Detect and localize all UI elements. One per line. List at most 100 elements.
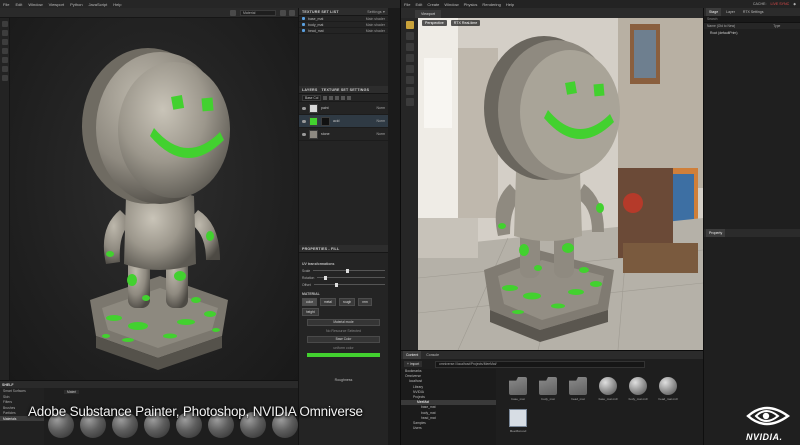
channel-select[interactable]: Base Col [302,94,322,101]
channel-nrm-chip[interactable]: nrm [358,298,372,306]
camera-perspective-button[interactable]: Perspective [422,20,447,26]
eye-icon[interactable] [302,119,306,123]
tree-item[interactable]: Users [401,426,496,431]
slider-track[interactable] [317,275,385,280]
channel-color-chip[interactable]: color [302,298,317,306]
ov-rtx-viewport[interactable]: Perspective RTX Real-time [418,18,703,350]
scale-slider[interactable]: Scale [299,267,388,274]
ov-menu-physics[interactable]: Physics [464,2,478,7]
slider-track[interactable] [313,282,385,287]
live-sync-toggle[interactable]: LIVE SYNC [770,2,789,6]
tab-layer[interactable]: Layer [723,8,738,16]
paint-brush-icon[interactable] [2,21,8,27]
screenshot-icon[interactable] [280,10,286,16]
layer-blend-mode[interactable]: Norm [376,119,385,123]
asset-tile[interactable]: head_mat.mdl [657,377,679,401]
render-icon[interactable] [289,10,295,16]
notification-icon[interactable]: ◆ [793,2,796,6]
select-tool-icon[interactable] [406,21,414,29]
camera-icon[interactable] [406,98,414,106]
ov-menu-edit[interactable]: Edit [415,2,422,7]
texture-set-settings-dropdown[interactable]: Settings ▾ [367,10,385,14]
folder-icon[interactable] [341,95,346,100]
column-type[interactable]: Type [773,23,780,29]
eye-icon[interactable] [302,106,306,110]
tab-content[interactable]: Content [403,351,422,359]
sp-menu-edit[interactable]: Edit [15,2,22,7]
asset-tile[interactable]: head_mat [567,377,589,401]
cache-status[interactable]: CACHE: [753,2,767,6]
tab-stage[interactable]: Stage [706,8,722,16]
eye-icon[interactable] [302,132,306,136]
content-path-input[interactable]: omniverse://localhost/Projects/MeeMat/ [435,361,645,368]
smudge-icon[interactable] [2,57,8,63]
channel-metal-chip[interactable]: metal [320,298,336,306]
base-color-swatch[interactable] [307,353,380,357]
ov-menu-file[interactable]: File [404,2,410,7]
add-mask-icon[interactable] [335,95,340,100]
add-layer-icon[interactable] [323,95,328,100]
renderer-rtx-button[interactable]: RTX Real-time [450,20,481,26]
material-mode-button[interactable]: Material mode [307,319,380,326]
slider-knob[interactable] [345,268,349,273]
snap-icon[interactable] [406,87,414,95]
sp-menu-window[interactable]: Window [28,2,42,7]
stage-search-input[interactable]: Search [704,16,800,23]
slider-knob[interactable] [335,282,339,287]
camera-icon[interactable] [230,10,236,16]
channel-rough-chip[interactable]: rough [338,298,356,306]
clone-icon[interactable] [2,66,8,72]
layer-row[interactable]: paint Norm [299,102,388,115]
layer-blend-mode[interactable]: Norm [376,132,385,136]
channel-height-chip[interactable]: height [302,308,319,316]
column-name[interactable]: Name (Old to New) [707,23,735,29]
tab-console[interactable]: Console [423,351,442,359]
polygon-fill-icon[interactable] [2,48,8,54]
sp-display-mode-select[interactable]: Material [240,10,276,16]
tab-texture-set-settings[interactable]: TEXTURE SET SETTINGS [321,88,369,92]
asset-tile[interactable]: body_mat.mdl [627,377,649,401]
stage-root-item[interactable]: Root (defaultPrim) [704,29,800,37]
ov-menu-window[interactable]: Window [444,2,458,7]
sp-menu-file[interactable]: File [3,2,9,7]
ov-menu-help[interactable]: Help [506,2,514,7]
texture-set-shader[interactable]: Main shader [366,23,385,27]
asset-tile[interactable]: MeeMat.usd [507,409,529,433]
texture-set-shader[interactable]: Main shader [366,29,385,33]
shelf-filter-chip[interactable]: Materi [64,390,80,394]
asset-tile[interactable]: base_mat.mdl [597,377,619,401]
sp-menu-viewport[interactable]: Viewport [49,2,65,7]
add-fill-icon[interactable] [329,95,334,100]
sp-3d-viewport[interactable] [10,18,298,380]
import-button[interactable]: + Import [404,361,423,367]
ov-menu-create[interactable]: Create [427,2,439,7]
projection-icon[interactable] [2,39,8,45]
layer-blend-mode[interactable]: Norm [376,106,385,110]
asset-tile[interactable]: base_mat [507,377,529,401]
sp-menu-javascript[interactable]: JavaScript [89,2,108,7]
tab-viewport[interactable]: Viewport [415,10,441,18]
sp-menu-help[interactable]: Help [113,2,121,7]
base-color-button[interactable]: Base Color [307,336,380,343]
trash-icon[interactable] [347,95,352,100]
slider-track[interactable] [313,268,385,273]
sp-menu-python[interactable]: Python [70,2,82,7]
rotation-slider[interactable]: Rotation [299,274,388,281]
tab-layers[interactable]: LAYERS [302,88,317,92]
layer-row[interactable]: stone Norm [299,128,388,141]
slider-knob[interactable] [324,275,328,280]
tab-rtx-settings[interactable]: RTX Settings [740,8,767,16]
picker-icon[interactable] [2,75,8,81]
scale-icon[interactable] [406,65,414,73]
offset-slider[interactable]: Offset [299,281,388,288]
eraser-icon[interactable] [2,30,8,36]
tab-property[interactable]: Property [706,229,726,237]
pointer-icon[interactable] [406,32,414,40]
play-icon[interactable] [406,76,414,84]
move-icon[interactable] [406,43,414,51]
ov-menu-rendering[interactable]: Rendering [482,2,500,7]
rotate-icon[interactable] [406,54,414,62]
texture-set-shader[interactable]: Main shader [366,17,385,21]
asset-tile[interactable]: body_mat [537,377,559,401]
layer-row-selected[interactable]: acid Norm [299,115,388,128]
